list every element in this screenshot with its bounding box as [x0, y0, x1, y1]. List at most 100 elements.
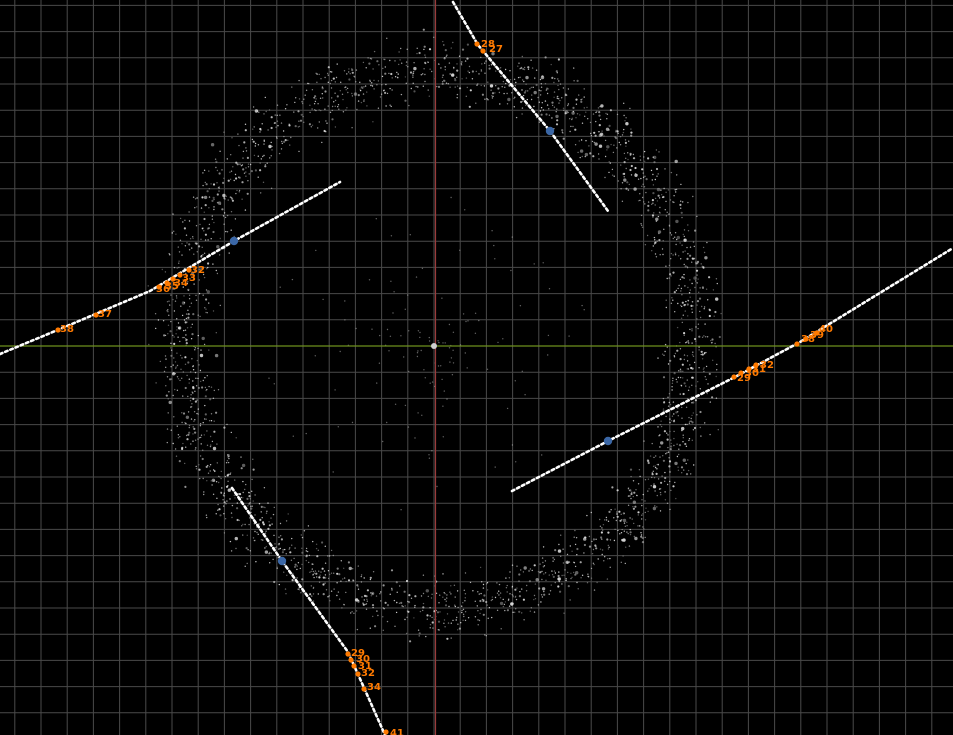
scene-canvas[interactable]: 2728 32333435363738 29303132383940 29303132…	[0, 0, 953, 735]
particle	[369, 578, 372, 581]
particle	[491, 97, 494, 99]
time-marker[interactable]	[753, 362, 759, 368]
particle	[242, 491, 244, 494]
particle	[296, 565, 298, 567]
particle	[499, 601, 504, 606]
particle	[366, 589, 369, 592]
particle	[689, 328, 691, 331]
particle	[670, 258, 672, 260]
time-marker[interactable]	[355, 671, 361, 677]
particle	[481, 581, 483, 583]
time-marker[interactable]	[345, 651, 351, 657]
particle	[384, 72, 387, 75]
particle	[237, 133, 239, 135]
particle	[574, 543, 577, 546]
particle	[625, 117, 627, 119]
particle	[652, 184, 655, 186]
time-marker[interactable]	[803, 336, 809, 342]
particle	[514, 380, 516, 382]
particle	[559, 590, 562, 593]
trajectory-path[interactable]	[230, 486, 387, 735]
trajectory-node[interactable]	[277, 556, 287, 566]
trajectory-path[interactable]	[0, 180, 342, 356]
trajectory-path[interactable]	[451, 0, 610, 213]
particle	[201, 457, 204, 461]
particle	[540, 571, 542, 573]
particle	[219, 203, 222, 205]
simulation-viewport[interactable]: 2728 32333435363738 29303132383940 29303132…	[0, 0, 953, 735]
particle	[428, 457, 431, 459]
particle	[688, 416, 690, 419]
origin-point[interactable]	[431, 343, 437, 349]
particle	[478, 593, 480, 595]
particle	[655, 256, 658, 258]
particle	[598, 158, 600, 160]
particle	[681, 417, 683, 419]
time-marker[interactable]	[474, 41, 480, 47]
time-marker[interactable]	[731, 374, 737, 380]
trajectory-left[interactable]: 32333435363738	[0, 180, 342, 356]
time-marker[interactable]	[348, 657, 354, 663]
particle	[467, 70, 469, 72]
trajectory-bottom[interactable]: 293031323441	[230, 486, 404, 735]
particle	[687, 286, 689, 289]
particle	[194, 349, 196, 351]
particle	[210, 420, 213, 422]
particle	[688, 420, 691, 423]
particle	[556, 119, 559, 122]
particle	[525, 75, 529, 80]
particle	[410, 597, 413, 599]
particle	[450, 357, 453, 359]
particle	[176, 425, 178, 427]
particle	[620, 532, 623, 534]
particle	[555, 114, 559, 119]
particle	[188, 378, 190, 380]
trajectory-top-right[interactable]: 2728	[451, 0, 610, 213]
particle	[606, 578, 609, 580]
particle	[573, 80, 575, 82]
time-marker[interactable]	[383, 729, 389, 735]
particle	[202, 254, 204, 256]
particle	[447, 83, 449, 85]
particle	[179, 354, 182, 357]
particle	[444, 593, 446, 595]
particle	[245, 547, 248, 550]
trajectory-node[interactable]	[603, 436, 613, 446]
particle	[266, 162, 268, 164]
particle	[652, 216, 654, 218]
particle	[216, 443, 218, 445]
particle	[639, 193, 641, 195]
time-marker[interactable]	[351, 663, 357, 669]
particle	[704, 422, 706, 424]
particle	[230, 431, 232, 434]
particle	[227, 456, 229, 458]
particle	[683, 334, 685, 336]
particle	[562, 137, 565, 140]
particle	[452, 349, 454, 351]
particle	[264, 532, 267, 534]
particle	[416, 355, 419, 358]
particle	[315, 109, 317, 112]
particle	[205, 308, 207, 310]
particle	[669, 273, 672, 276]
time-marker[interactable]	[738, 370, 744, 376]
particle	[676, 349, 679, 352]
trajectory-right[interactable]: 29303132383940	[510, 246, 953, 493]
particle	[296, 568, 298, 571]
trajectory-node[interactable]	[545, 126, 555, 136]
time-marker[interactable]	[361, 686, 367, 692]
particle	[307, 525, 310, 527]
particle	[682, 370, 684, 372]
particle	[525, 590, 528, 592]
particle	[262, 522, 264, 525]
trajectory-node[interactable]	[229, 236, 239, 246]
particle	[200, 443, 202, 445]
particle	[567, 103, 570, 105]
time-marker[interactable]	[794, 341, 800, 347]
particle	[216, 272, 219, 275]
particle	[615, 129, 617, 132]
time-marker[interactable]	[746, 366, 752, 372]
trajectory-path[interactable]	[510, 246, 953, 493]
particle	[176, 329, 178, 331]
particle	[577, 151, 579, 154]
